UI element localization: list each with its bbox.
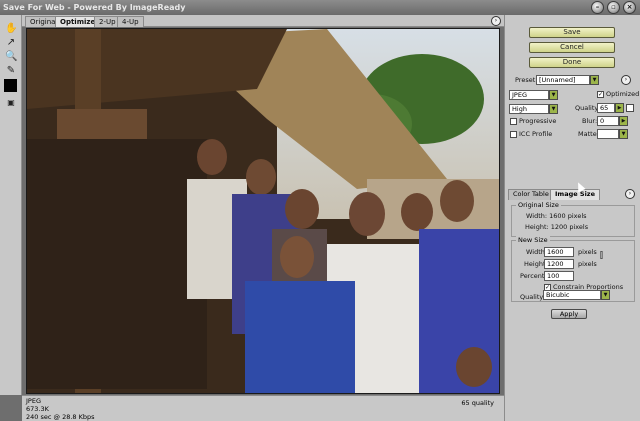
view-menu-icon[interactable]: ›: [491, 16, 501, 26]
minimize-button[interactable]: –: [591, 1, 604, 14]
height-input[interactable]: 1200: [544, 259, 574, 269]
percent-input[interactable]: 100: [544, 271, 574, 281]
format-select[interactable]: JPEG: [509, 90, 549, 100]
close-button[interactable]: ×: [623, 1, 636, 14]
quality-mask-icon[interactable]: [626, 104, 634, 112]
icc-profile-checkbox[interactable]: [510, 131, 517, 138]
quality-slider-arrow-icon[interactable]: ▶: [615, 103, 624, 113]
progressive-checkbox[interactable]: [510, 118, 517, 125]
eyedropper-color-swatch[interactable]: [4, 79, 17, 92]
status-bar: JPEG 673.3K 240 sec @ 28.8 Kbps 65 quali…: [22, 395, 504, 421]
quality-level-dropdown-arrow-icon[interactable]: ▼: [549, 104, 558, 114]
percent-label: Percent:: [520, 272, 547, 280]
original-size-title: Original Size: [516, 201, 561, 210]
status-download-time: 240 sec @ 28.8 Kbps: [26, 413, 95, 421]
toggle-slices-icon[interactable]: ▣: [5, 97, 17, 109]
matte-label: Matte:: [578, 130, 599, 138]
status-file-size: 673.3K: [26, 405, 49, 413]
apply-button[interactable]: Apply: [551, 309, 587, 319]
optimize-menu-icon[interactable]: ›: [621, 75, 631, 85]
width-input[interactable]: 1600: [544, 247, 574, 257]
restore-button[interactable]: ▫: [607, 1, 620, 14]
title-bar: Save For Web - Powered By ImageReady – ▫…: [0, 0, 640, 15]
original-width: Width: 1600 pixels: [526, 212, 587, 220]
format-dropdown-arrow-icon[interactable]: ▼: [549, 90, 558, 100]
done-button[interactable]: Done: [529, 57, 615, 68]
hand-tool-icon[interactable]: ✋: [5, 23, 17, 35]
image-preview[interactable]: [26, 28, 500, 394]
cancel-button[interactable]: Cancel: [529, 42, 615, 53]
quality-level-select[interactable]: High: [509, 104, 549, 114]
blur-label: Blur:: [582, 117, 598, 125]
constrain-link-icon: ⫿: [600, 251, 603, 261]
window-title: Save For Web - Powered By ImageReady: [3, 3, 186, 12]
slice-select-tool-icon[interactable]: ↗: [5, 37, 17, 49]
settings-panel: Save Cancel Done Preset: [Unnamed] ▼ › J…: [504, 15, 640, 421]
preset-label: Preset:: [515, 76, 538, 84]
image-size-menu-icon[interactable]: ›: [625, 189, 635, 199]
zoom-tool-icon[interactable]: 🔍: [5, 51, 17, 63]
status-quality: 65 quality: [461, 399, 494, 407]
width-unit: pixels: [578, 248, 597, 256]
resample-quality-label: Quality:: [520, 293, 545, 301]
matte-select[interactable]: [597, 129, 619, 139]
quality-input[interactable]: 65: [597, 103, 615, 113]
icc-profile-label: ICC Profile: [519, 130, 553, 138]
original-height: Height: 1200 pixels: [525, 223, 589, 231]
preset-dropdown-arrow-icon[interactable]: ▼: [590, 75, 599, 85]
resample-quality-select[interactable]: Bicubic: [543, 290, 601, 300]
new-size-title: New Size: [516, 236, 550, 245]
eyedropper-tool-icon[interactable]: ✎: [5, 65, 17, 77]
optimized-label: Optimized: [606, 90, 640, 98]
height-unit: pixels: [578, 260, 597, 268]
resample-quality-dropdown-arrow-icon[interactable]: ▼: [601, 290, 610, 300]
tab-4-up[interactable]: 4-Up: [117, 16, 144, 27]
window-controls: – ▫ ×: [591, 1, 636, 14]
preset-select[interactable]: [Unnamed]: [536, 75, 590, 85]
toolbox: ✋ ↗ 🔍 ✎ ▣: [0, 15, 22, 395]
progressive-label: Progressive: [519, 117, 557, 125]
blur-input[interactable]: 0: [597, 116, 619, 126]
photo-preview: [27, 29, 499, 393]
tab-image-size[interactable]: Image Size: [550, 189, 601, 200]
status-format: JPEG: [26, 397, 41, 405]
tab-color-table[interactable]: Color Table: [508, 189, 554, 200]
original-size-group: Original Size Width: 1600 pixels Height:…: [511, 201, 635, 237]
matte-dropdown-arrow-icon[interactable]: ▼: [619, 129, 628, 139]
optimized-checkbox[interactable]: ✓: [597, 91, 604, 98]
blur-slider-arrow-icon[interactable]: ▶: [619, 116, 628, 126]
view-tabs: Original Optimized 2-Up 4-Up ›: [22, 15, 504, 27]
save-button[interactable]: Save: [529, 27, 615, 38]
